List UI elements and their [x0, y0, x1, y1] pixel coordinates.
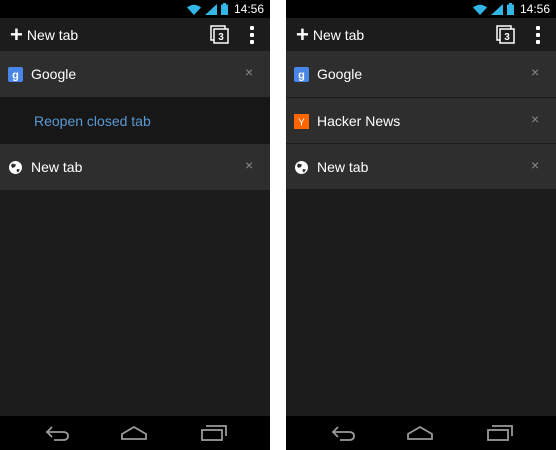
wifi-icon [472, 4, 487, 15]
home-button[interactable] [120, 424, 148, 442]
tab-switcher-icon: 3 [210, 25, 229, 44]
new-tab-label: New tab [312, 26, 365, 43]
close-tab-button[interactable]: × [245, 64, 253, 80]
overflow-menu-button[interactable] [531, 24, 545, 46]
home-icon [121, 425, 147, 440]
tab-list: g Google × Reopen closed tab New tab × [0, 51, 270, 190]
signal-icon [490, 3, 503, 15]
tab-switcher-icon: 3 [496, 25, 515, 44]
close-tab-button[interactable]: × [245, 157, 253, 173]
new-tab-button[interactable]: + New tab [296, 18, 364, 51]
tab-row-hacker-news[interactable]: Y Hacker News × [286, 97, 556, 143]
new-tab-label: New tab [26, 26, 79, 43]
battery-icon [220, 3, 228, 15]
status-icons: 14:56 [186, 2, 264, 16]
back-button[interactable] [44, 424, 70, 442]
status-time: 14:56 [233, 2, 264, 16]
google-favicon-icon: g [8, 67, 23, 82]
globe-icon [294, 160, 309, 175]
phone-screen-right: 14:56 + New tab 3 g Google × Y Hacker Ne… [286, 0, 556, 450]
tab-title: Google [31, 66, 77, 82]
new-tab-button[interactable]: + New tab [10, 18, 78, 51]
action-bar: + New tab 3 [286, 18, 556, 51]
back-button[interactable] [330, 424, 356, 442]
overflow-menu-button[interactable] [245, 24, 259, 46]
tab-row-google[interactable]: g Google × [286, 51, 556, 97]
tab-count: 3 [218, 32, 224, 43]
action-bar: + New tab 3 [0, 18, 270, 51]
tab-title: Hacker News [317, 113, 401, 129]
tab-row-new-tab[interactable]: New tab × [286, 143, 556, 189]
close-tab-button[interactable]: × [531, 111, 539, 127]
back-icon [45, 426, 69, 441]
svg-text:g: g [298, 70, 305, 82]
status-bar: 14:56 [286, 0, 556, 18]
plus-icon: + [296, 22, 309, 47]
reopen-closed-tab-row: Reopen closed tab [0, 97, 270, 144]
wifi-icon [186, 4, 201, 15]
status-bar: 14:56 [0, 0, 270, 18]
home-icon [407, 425, 433, 440]
recent-apps-button[interactable] [200, 424, 228, 442]
plus-icon: + [10, 22, 23, 47]
globe-icon [8, 160, 23, 175]
recent-apps-icon [487, 425, 513, 441]
tab-title: Google [317, 66, 363, 82]
phone-screen-left: 14:56 + New tab 3 g Google × Reopen clos… [0, 0, 270, 450]
tab-switcher-button[interactable]: 3 [210, 25, 230, 45]
signal-icon [204, 3, 217, 15]
status-time: 14:56 [519, 2, 550, 16]
recent-apps-icon [201, 425, 227, 441]
svg-text:Y: Y [298, 118, 305, 129]
tab-count: 3 [504, 32, 510, 43]
navigation-bar [286, 416, 556, 450]
svg-text:g: g [12, 70, 19, 82]
home-button[interactable] [406, 424, 434, 442]
tab-row-google[interactable]: g Google × [0, 51, 270, 97]
hacker-news-favicon-icon: Y [294, 114, 309, 129]
recent-apps-button[interactable] [486, 424, 514, 442]
navigation-bar [0, 416, 270, 450]
status-icons: 14:56 [472, 2, 550, 16]
close-tab-button[interactable]: × [531, 64, 539, 80]
battery-icon [506, 3, 514, 15]
close-tab-button[interactable]: × [531, 157, 539, 173]
google-favicon-icon: g [294, 67, 309, 82]
tab-switcher-button[interactable]: 3 [496, 25, 516, 45]
tab-title: New tab [317, 159, 369, 175]
tab-list: g Google × Y Hacker News × New tab × [286, 51, 556, 189]
reopen-closed-tab-link[interactable]: Reopen closed tab [34, 113, 151, 129]
back-icon [331, 426, 355, 441]
tab-row-new-tab[interactable]: New tab × [0, 144, 270, 190]
tab-title: New tab [31, 159, 83, 175]
